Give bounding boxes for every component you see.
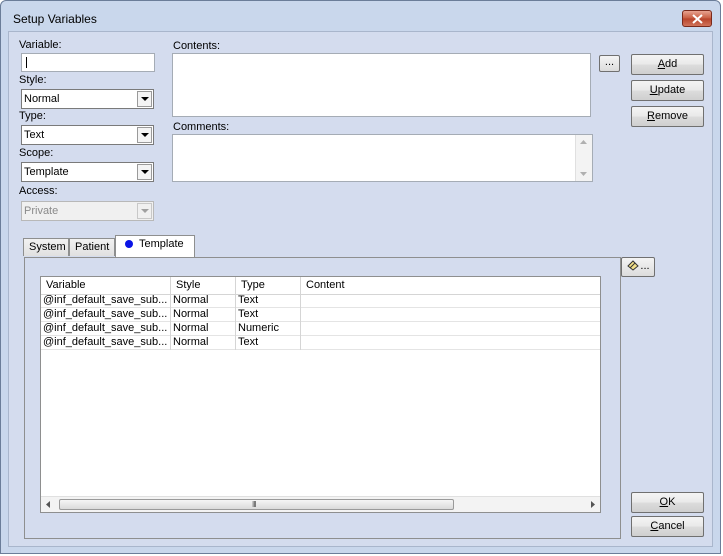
style-select[interactable]: Normal: [21, 89, 154, 109]
table-row[interactable]: @inf_default_save_sub... Normal Text: [41, 294, 600, 308]
cell-variable: @inf_default_save_sub...: [41, 322, 171, 336]
template-tab-panel: Variable Style Type Content @inf_default…: [24, 257, 621, 539]
access-select: Private: [21, 201, 154, 221]
scroll-left-icon[interactable]: [46, 501, 50, 508]
type-select[interactable]: Text: [21, 125, 154, 145]
chevron-down-icon: [141, 133, 149, 137]
style-dropdown-button[interactable]: [137, 91, 152, 107]
scope-dropdown-button[interactable]: [137, 164, 152, 180]
cell-style: Normal: [171, 308, 236, 322]
tab-template[interactable]: Template: [115, 235, 195, 257]
contents-label: Contents:: [173, 40, 221, 52]
chevron-down-icon: [141, 170, 149, 174]
text-caret: [26, 57, 27, 68]
table-horizontal-scrollbar[interactable]: III: [41, 496, 600, 512]
setup-variables-window: Setup Variables Variable: Style: Normal …: [0, 0, 721, 554]
scroll-right-icon[interactable]: [591, 501, 595, 508]
access-dropdown-button: [137, 203, 152, 219]
table-header: Variable Style Type Content: [41, 277, 600, 295]
table-row[interactable]: @inf_default_save_sub... Normal Numeric: [41, 322, 600, 336]
chevron-down-icon: [141, 209, 149, 213]
table-row[interactable]: @inf_default_save_sub... Normal Text: [41, 336, 600, 350]
column-header-variable[interactable]: Variable: [41, 277, 171, 294]
cell-content: [301, 308, 600, 322]
contents-textarea[interactable]: [172, 53, 591, 117]
style-label: Style:: [19, 74, 47, 86]
dialog-client-area: Variable: Style: Normal Type: Text Scope…: [8, 31, 713, 547]
table-row[interactable]: @inf_default_save_sub... Normal Text: [41, 308, 600, 322]
cell-variable: @inf_default_save_sub...: [41, 336, 171, 350]
comments-label: Comments:: [173, 121, 230, 133]
scrollbar-grip: III: [252, 500, 257, 509]
cancel-button[interactable]: Cancel: [631, 516, 704, 537]
cell-type: Text: [236, 308, 301, 322]
update-button[interactable]: Update: [631, 80, 704, 101]
type-dropdown-button[interactable]: [137, 127, 152, 143]
cell-style: Normal: [171, 322, 236, 336]
cell-type: Numeric: [236, 322, 301, 336]
cell-style: Normal: [171, 336, 236, 350]
comments-textarea[interactable]: [172, 134, 593, 182]
add-button[interactable]: Add: [631, 54, 704, 75]
variables-table[interactable]: Variable Style Type Content @inf_default…: [40, 276, 601, 513]
active-tab-dot-icon: [125, 240, 133, 248]
edit-variable-button[interactable]: ...: [621, 257, 655, 277]
type-label: Type:: [19, 110, 46, 122]
scope-select-value: Template: [24, 166, 69, 178]
cell-type: Text: [236, 336, 301, 350]
window-title: Setup Variables: [13, 12, 97, 26]
access-select-value: Private: [24, 205, 59, 217]
cell-content: [301, 322, 600, 336]
variable-label: Variable:: [19, 39, 62, 51]
close-icon: [692, 14, 703, 24]
tab-system[interactable]: System: [23, 238, 69, 256]
column-header-content[interactable]: Content: [301, 277, 600, 294]
comments-vertical-scrollbar[interactable]: [575, 135, 592, 181]
cell-style: Normal: [171, 294, 236, 308]
type-select-value: Text: [24, 129, 45, 141]
scrollbar-thumb[interactable]: III: [59, 499, 454, 510]
style-select-value: Normal: [24, 93, 60, 105]
cell-content: [301, 294, 600, 308]
scope-select[interactable]: Template: [21, 162, 154, 182]
variable-input[interactable]: [21, 53, 155, 72]
access-label: Access:: [19, 185, 58, 197]
scroll-up-icon[interactable]: [580, 140, 587, 144]
scope-label: Scope:: [19, 147, 54, 159]
chevron-down-icon: [141, 97, 149, 101]
column-header-type[interactable]: Type: [236, 277, 301, 294]
scroll-down-icon[interactable]: [580, 172, 587, 176]
cell-variable: @inf_default_save_sub...: [41, 308, 171, 322]
contents-browse-button[interactable]: ...: [599, 55, 620, 72]
cell-content: [301, 336, 600, 350]
cell-type: Text: [236, 294, 301, 308]
remove-button[interactable]: Remove: [631, 106, 704, 127]
tab-patient[interactable]: Patient: [69, 238, 115, 256]
column-header-style[interactable]: Style: [171, 277, 236, 294]
ok-button[interactable]: OK: [631, 492, 704, 513]
eraser-icon: [627, 260, 640, 271]
cell-variable: @inf_default_save_sub...: [41, 294, 171, 308]
close-button[interactable]: [682, 10, 712, 27]
title-bar[interactable]: Setup Variables: [1, 1, 720, 31]
